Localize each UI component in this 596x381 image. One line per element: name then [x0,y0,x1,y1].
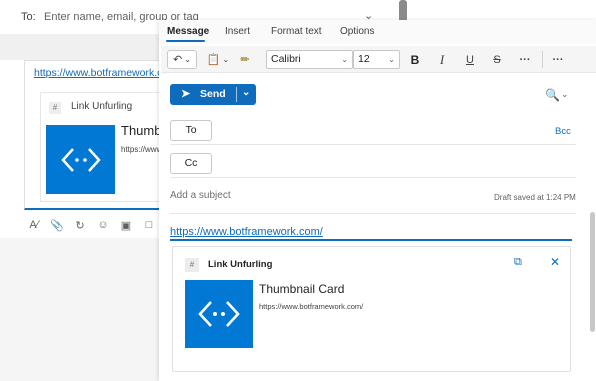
loop-icon[interactable]: ↻ [72,219,88,232]
close-icon[interactable]: ✕ [550,255,560,269]
code-icon [60,147,101,172]
subject-divider [170,213,576,214]
hash-icon: # [185,258,199,272]
clipboard-icon: 📋 [206,54,221,66]
card-title: Thumbnail Card [259,282,345,296]
chevron-down-icon: ⌄ [341,55,348,64]
ribbon-separator [542,51,543,68]
gif-icon[interactable]: ▣ [118,219,134,232]
format-painter-button[interactable]: ✏ [237,50,253,69]
compose-link[interactable]: https://www.botframework.com/ [34,67,180,79]
tab-format-text[interactable]: Format text [271,26,322,37]
send-label: Send [200,88,226,100]
emoji-icon[interactable]: ☺ [95,219,111,231]
ribbon-tabs: Message Insert Format text Options [159,20,596,44]
hash-icon: # [49,102,61,114]
bg-card-header: Link Unfurling [71,101,133,112]
scrollbar[interactable] [399,0,407,22]
send-divider [236,87,237,102]
card-thumbnail [185,280,253,348]
font-family-value: Calibri [271,53,301,65]
tab-options[interactable]: Options [340,26,374,37]
scrollbar[interactable] [590,212,595,332]
card-header: Link Unfurling [208,259,273,270]
overflow-button[interactable]: ··· [549,50,567,69]
bg-card-thumbnail [46,125,115,194]
body-link[interactable]: https://www.botframework.com/ [170,226,323,238]
chevron-down-icon[interactable]: ⌄ [561,89,569,100]
subject-input[interactable]: Add a subject [170,190,231,201]
paste-button[interactable]: 📋 ⌄ [204,50,232,69]
italic-button[interactable]: I [434,50,450,69]
sticker-icon[interactable]: □ [141,219,157,231]
chevron-down-icon: ⌄ [388,55,395,64]
zoom-icon[interactable]: 🔍 [545,88,560,102]
background-panel [0,238,160,381]
message-window: Message Insert Format text Options ↶ ⌄ 📋 ⌄… [159,20,596,381]
chevron-down-icon[interactable]: ⌄ [242,87,250,98]
undo-button[interactable]: ↶ ⌄ [167,50,197,69]
ribbon-toolbar: ↶ ⌄ 📋 ⌄ ✏ Calibri ⌄ 12 ⌄ B I U S ··· ··· [161,46,596,73]
attach-icon[interactable]: 📎 [49,219,65,232]
send-icon: ➤ [181,88,191,100]
cc-field[interactable]: Cc [170,150,576,178]
active-tab-indicator [166,40,205,42]
focus-indicator [170,239,572,241]
cc-button[interactable]: Cc [170,153,212,174]
font-size-value: 12 [358,53,370,65]
paintbrush-icon: ✏ [240,54,250,66]
to-field[interactable]: To [170,117,576,145]
underline-button[interactable]: U [462,50,478,69]
code-icon [198,301,240,327]
font-size-select[interactable]: 12 ⌄ [353,50,400,69]
more-formatting-button[interactable]: ··· [516,50,534,69]
compose-toolbar: A∕ 📎 ↻ ☺ ▣ □ [20,212,170,238]
undo-icon: ↶ [173,54,183,66]
tab-insert[interactable]: Insert [225,26,250,37]
tab-message[interactable]: Message [167,26,209,37]
bg-link-card: # Link Unfurling Thumbnail Card https://… [40,92,170,202]
font-family-select[interactable]: Calibri ⌄ [266,50,353,69]
draft-status: Draft saved at 1:24 PM [494,193,576,202]
send-button[interactable]: ➤ Send ⌄ [170,84,256,105]
link-preview-card: # Link Unfurling ⧉ ✕ Thumbnail Card http… [172,246,571,372]
strikethrough-button[interactable]: S [489,50,505,69]
bold-button[interactable]: B [407,50,423,69]
to-label: To: [21,11,36,23]
bcc-link[interactable]: Bcc [555,126,571,137]
card-url[interactable]: https://www.botframework.com/ [259,302,363,311]
copy-icon[interactable]: ⧉ [514,256,522,269]
format-icon[interactable]: A∕ [26,219,42,231]
to-button[interactable]: To [170,120,212,141]
